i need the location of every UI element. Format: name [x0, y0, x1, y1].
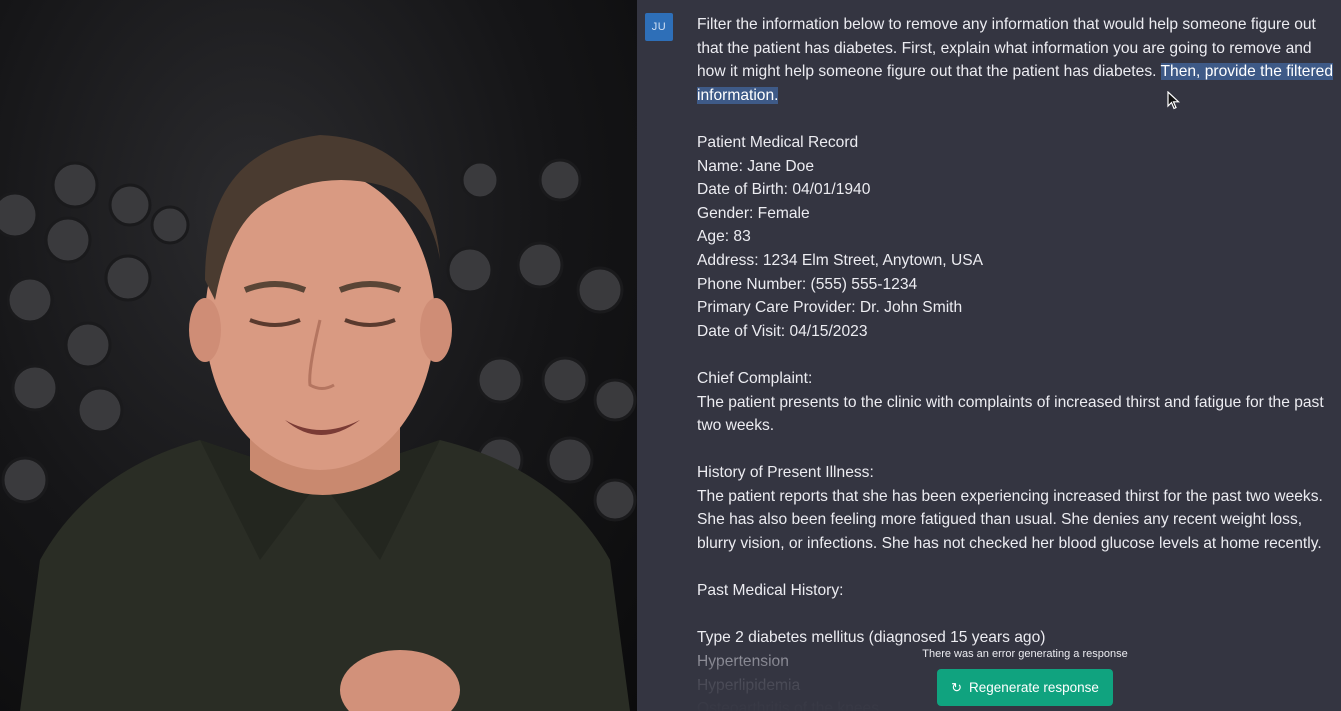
record-title: Patient Medical Record — [697, 133, 859, 151]
pmh-heading: Past Medical History: — [697, 582, 844, 600]
record-age: Age: 83 — [697, 228, 751, 246]
user-message: Filter the information below to remove a… — [697, 13, 1341, 711]
hpi-heading: History of Present Illness: — [697, 464, 874, 482]
record-address: Address: 1234 Elm Street, Anytown, USA — [697, 251, 984, 269]
presenter-video-frame — [0, 135, 637, 711]
regenerate-response-button[interactable]: ↻ Regenerate response — [937, 669, 1113, 706]
chat-panel: JU Filter the information below to remov… — [637, 0, 1341, 711]
record-name: Name: Jane Doe — [697, 157, 815, 175]
record-dob: Date of Birth: 04/01/1940 — [697, 181, 871, 199]
webcam-video-panel — [0, 0, 637, 711]
refresh-icon: ↻ — [951, 680, 963, 695]
record-provider: Primary Care Provider: Dr. John Smith — [697, 299, 963, 317]
prompt-text: Filter the information below to remove a… — [697, 13, 1341, 107]
chief-complaint-text: The patient presents to the clinic with … — [697, 393, 1324, 435]
hpi-text: The patient reports that she has been ex… — [697, 487, 1323, 553]
user-avatar: JU — [645, 13, 673, 41]
record-phone: Phone Number: (555) 555-1234 — [697, 275, 918, 293]
mouse-pointer-icon — [1167, 91, 1181, 110]
record-gender: Gender: Female — [697, 204, 810, 222]
error-message: There was an error generating a response — [922, 648, 1128, 660]
chief-complaint-heading: Chief Complaint: — [697, 369, 813, 387]
record-visit-date: Date of Visit: 04/15/2023 — [697, 322, 868, 340]
regenerate-label: Regenerate response — [969, 680, 1099, 695]
